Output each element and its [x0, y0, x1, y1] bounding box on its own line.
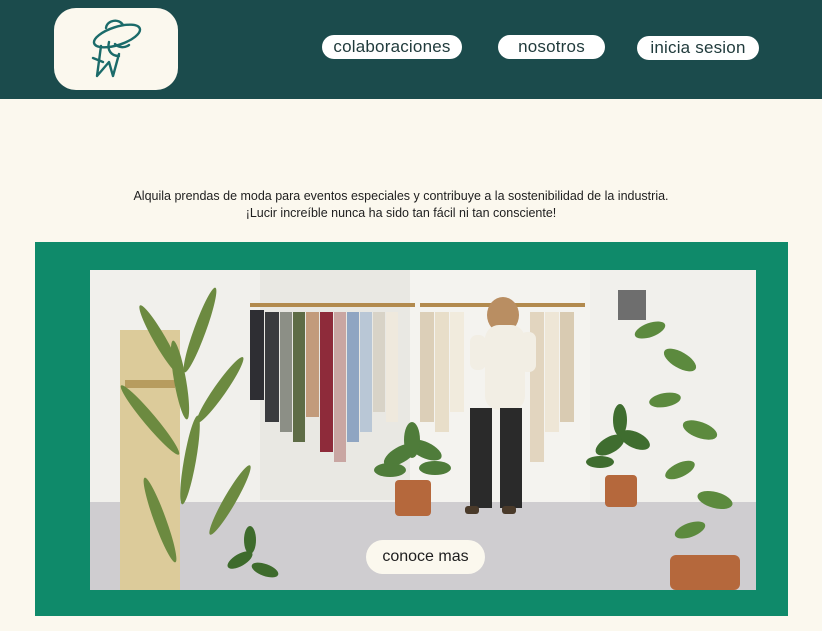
woman-with-hat-icon	[91, 19, 142, 78]
nav-login-button[interactable]: inicia sesion	[637, 36, 759, 60]
top-header: colaboraciones nosotros inicia sesion	[0, 0, 822, 99]
learn-more-button[interactable]: conoce mas	[366, 540, 485, 574]
brand-logo[interactable]	[54, 8, 178, 90]
hero-tagline: Alquila prendas de moda para eventos esp…	[60, 188, 742, 222]
tagline-line-1: Alquila prendas de moda para eventos esp…	[133, 189, 669, 203]
nav-about-button[interactable]: nosotros	[498, 35, 605, 59]
nav-collaborations-button[interactable]: colaboraciones	[322, 35, 462, 59]
tagline-line-2: ¡Lucir increíble nunca ha sido tan fácil…	[245, 206, 557, 220]
